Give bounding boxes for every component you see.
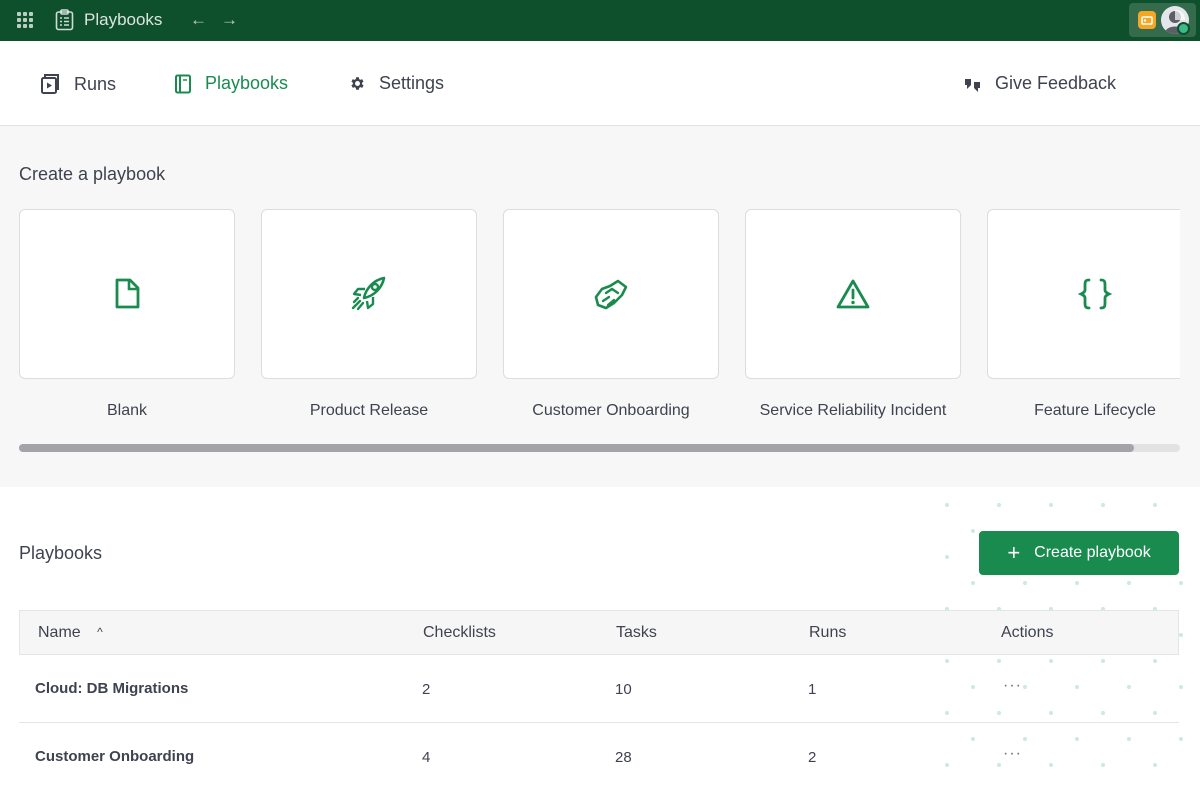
- create-playbook-label: Create playbook: [1034, 544, 1151, 561]
- runs-count: 2: [808, 749, 817, 766]
- product-menu-icon[interactable]: [17, 12, 33, 28]
- online-status-icon: [1177, 22, 1190, 35]
- column-runs: Runs: [809, 624, 847, 641]
- decorative-dot: [1075, 581, 1079, 585]
- code-braces-icon: [1077, 278, 1112, 310]
- playbook-name[interactable]: Cloud: DB Migrations: [35, 680, 188, 697]
- template-label-customer-onboarding: Customer Onboarding: [532, 402, 690, 419]
- template-card-service-reliability-incident[interactable]: [745, 209, 961, 379]
- table-row[interactable]: Customer Onboarding 4 28 2 ···: [19, 723, 1179, 786]
- decorative-dot: [971, 529, 975, 533]
- tasks-count: 10: [615, 681, 632, 698]
- decorative-dot: [1179, 737, 1183, 741]
- plus-icon: +: [1007, 540, 1021, 565]
- decorative-dot: [1101, 503, 1105, 507]
- clipboard-icon: [55, 9, 74, 31]
- decorative-dot: [1023, 581, 1027, 585]
- templates-scrollbar[interactable]: [19, 444, 1180, 452]
- app-title: Playbooks: [84, 10, 163, 29]
- checklists-count: 2: [422, 681, 431, 698]
- template-label-feature-lifecycle: Feature Lifecycle: [1034, 402, 1156, 419]
- clipboard-play-icon: [41, 74, 59, 94]
- column-name[interactable]: Name ^: [38, 624, 103, 642]
- decorative-dot: [1049, 503, 1053, 507]
- plugin-icon[interactable]: [1138, 11, 1156, 29]
- column-actions: Actions: [1001, 624, 1054, 641]
- runs-count: 1: [808, 681, 817, 698]
- handshake-icon: [594, 279, 628, 310]
- give-feedback-label: Give Feedback: [995, 73, 1117, 93]
- global-header: Playbooks ← →: [0, 0, 1200, 41]
- template-label-product-release: Product Release: [309, 402, 429, 419]
- decorative-dot: [997, 503, 1001, 507]
- templates-scrollbar-thumb[interactable]: [19, 444, 1134, 452]
- template-card-blank[interactable]: [19, 209, 235, 379]
- notebook-icon: [175, 74, 191, 93]
- create-playbook-section: Create a playbook Blank Product Release …: [0, 126, 1200, 487]
- nav-settings-label: Settings: [379, 73, 445, 93]
- give-feedback-button[interactable]: Give Feedback: [964, 73, 1116, 94]
- decorative-dot: [945, 555, 949, 559]
- column-name-label: Name: [38, 624, 81, 641]
- create-playbook-title: Create a playbook: [19, 164, 166, 184]
- alert-triangle-icon: [836, 279, 870, 309]
- sort-ascending-icon: ^: [97, 625, 103, 639]
- template-label-blank: Blank: [106, 402, 148, 419]
- table-header: Name ^ Checklists Tasks Runs Actions: [19, 610, 1179, 655]
- back-arrow-icon[interactable]: ←: [190, 10, 207, 30]
- nav-runs-label: Runs: [74, 73, 117, 94]
- column-tasks: Tasks: [616, 624, 657, 641]
- gear-icon: [351, 77, 364, 90]
- nav-settings[interactable]: Settings: [349, 73, 444, 94]
- playbook-name[interactable]: Customer Onboarding: [35, 748, 194, 765]
- decorative-dot: [971, 581, 975, 585]
- create-playbook-button[interactable]: + Create playbook: [979, 531, 1179, 575]
- checklists-count: 4: [422, 749, 431, 766]
- nav-playbooks-label: Playbooks: [205, 73, 289, 93]
- decorative-dot: [1179, 581, 1183, 585]
- playbooks-nav: Runs Playbooks Settings Give Feedback: [0, 41, 1200, 126]
- nav-playbooks[interactable]: Playbooks: [174, 73, 288, 94]
- table-row[interactable]: Cloud: DB Migrations 2 10 1 ···: [19, 655, 1179, 723]
- decorative-dot: [1153, 503, 1157, 507]
- forward-arrow-icon[interactable]: →: [221, 10, 238, 30]
- row-actions-menu-icon[interactable]: ···: [1003, 677, 1022, 695]
- rocket-icon: [351, 276, 386, 311]
- tasks-count: 28: [615, 749, 632, 766]
- template-card-feature-lifecycle[interactable]: [987, 209, 1180, 379]
- row-actions-menu-icon[interactable]: ···: [1003, 745, 1022, 763]
- decorative-dot: [1127, 581, 1131, 585]
- decorative-dot: [1179, 633, 1183, 637]
- template-card-product-release[interactable]: [261, 209, 477, 379]
- file-icon: [115, 278, 140, 309]
- decorative-dot: [1179, 685, 1183, 689]
- decorative-dot: [945, 503, 949, 507]
- megaphone-icon: [965, 78, 980, 92]
- template-card-customer-onboarding[interactable]: [503, 209, 719, 379]
- playbooks-list-title: Playbooks: [19, 543, 103, 563]
- nav-runs[interactable]: Runs: [39, 73, 116, 95]
- template-label-service-reliability-incident: Service Reliability Incident: [759, 402, 947, 419]
- column-checklists: Checklists: [423, 624, 496, 641]
